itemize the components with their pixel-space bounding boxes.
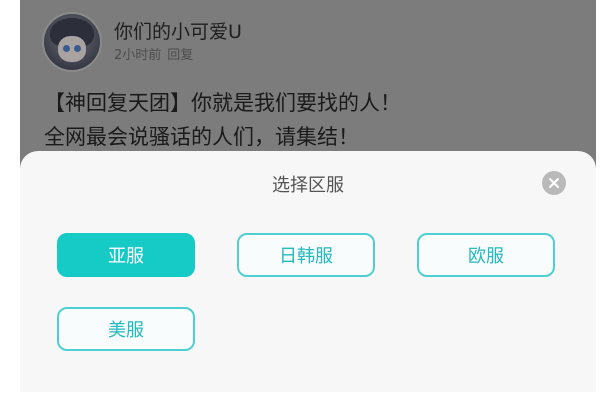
region-option-asia[interactable]: 亚服 (57, 233, 195, 277)
post-body: 【神回复天团】你就是我们要找的人！ 全网最会说骚话的人们，请集结！ (44, 86, 401, 154)
avatar-eye-left (63, 45, 70, 52)
avatar[interactable] (42, 12, 102, 72)
region-select-sheet: 选择区服 亚服 日韩服 欧服 美服 (20, 151, 596, 392)
bottom-margin (0, 392, 600, 400)
post-meta: 你们的小可爱U 2小时前 回复 (114, 19, 242, 65)
post-line-1: 【神回复天团】你就是我们要找的人！ (44, 91, 401, 115)
close-button[interactable] (542, 171, 566, 195)
post-subline: 2小时前 回复 (114, 47, 242, 65)
close-icon (549, 178, 559, 188)
sheet-title: 选择区服 (272, 175, 344, 196)
post-header: 你们的小可爱U 2小时前 回复 (42, 12, 242, 72)
region-option-europe[interactable]: 欧服 (417, 233, 555, 277)
post-line-2: 全网最会说骚话的人们，请集结！ (44, 125, 359, 149)
right-margin (596, 0, 600, 400)
region-option-japan-korea[interactable]: 日韩服 (237, 233, 375, 277)
screen: 你们的小可爱U 2小时前 回复 【神回复天团】你就是我们要找的人！ 全网最会说骚话… (0, 0, 600, 400)
username[interactable]: 你们的小可爱U (114, 19, 242, 45)
avatar-eye-right (74, 45, 81, 52)
region-option-america[interactable]: 美服 (57, 307, 195, 351)
post-time: 2小时前 (114, 48, 162, 63)
reply-link[interactable]: 回复 (167, 48, 193, 63)
